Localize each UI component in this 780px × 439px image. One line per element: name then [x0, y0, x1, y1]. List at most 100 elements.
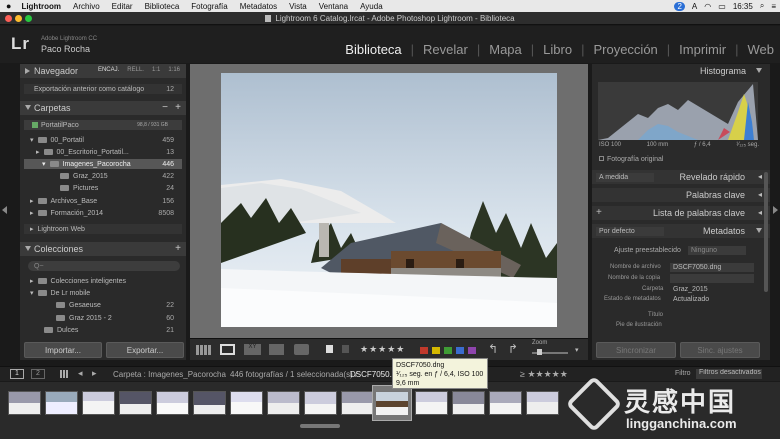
folder-item[interactable]: ▸ 00_Escritorio_Portatil... 13 — [36, 147, 182, 157]
histogram-header[interactable]: Histograma — [592, 64, 770, 78]
folders-header[interactable]: Carpetas − + — [20, 101, 186, 115]
collection-item[interactable]: Graz 2015 - 2 60 — [56, 313, 182, 323]
collection-item[interactable]: Gesaeuse 22 — [56, 300, 182, 310]
color-label-red[interactable] — [420, 347, 428, 354]
grid-icon[interactable] — [60, 370, 69, 378]
collections-header[interactable]: Colecciones + — [20, 242, 186, 256]
module-revelar[interactable]: Revelar — [423, 42, 468, 57]
export-catalog-row[interactable]: Exportación anterior como catálogo 12 — [24, 84, 182, 94]
menu-ventana[interactable]: Ventana — [319, 2, 348, 11]
zoom-fill[interactable]: RELL. — [127, 67, 144, 73]
original-photo-checkbox[interactable]: Fotografía original — [599, 156, 663, 163]
menu-vista[interactable]: Vista — [289, 2, 307, 11]
folder-item[interactable]: ▾ 00_Portatil 459 — [30, 135, 182, 145]
filmstrip-thumbnail[interactable] — [489, 391, 522, 415]
grid-view-icon[interactable] — [196, 345, 211, 355]
navigator-header[interactable]: Navegador ENCAJ. RELL. 1:1 1:16 — [20, 64, 186, 78]
collections-search-input[interactable]: Q~ — [28, 261, 180, 271]
filmstrip-thumbnail[interactable] — [267, 391, 300, 415]
module-biblioteca[interactable]: Biblioteca — [345, 42, 401, 57]
apple-icon[interactable]: ● — [6, 1, 11, 11]
copy-name-field[interactable] — [670, 274, 754, 283]
remove-folder-button[interactable]: − — [162, 102, 168, 113]
back-arrow-icon[interactable]: ◂ — [78, 368, 83, 379]
menu-fotografia[interactable]: Fotografía — [191, 2, 227, 11]
photo-preview[interactable] — [221, 73, 557, 327]
flag-reject-icon[interactable] — [342, 345, 349, 353]
search-icon[interactable]: ⌕ — [760, 1, 764, 11]
people-view-icon[interactable] — [294, 344, 309, 355]
folder-field[interactable]: Graz_2015 — [670, 285, 754, 294]
right-scrollbar[interactable] — [764, 172, 768, 292]
rotate-right-icon[interactable]: ↱ — [508, 342, 518, 356]
menu-list-icon[interactable]: ≡ — [771, 2, 776, 11]
filmstrip-thumbnail[interactable] — [156, 391, 189, 415]
import-button[interactable]: Importar... — [24, 342, 102, 358]
filmstrip-thumbnail[interactable] — [193, 391, 226, 415]
source-path[interactable]: Carpeta : Imagenes_Pacorocha — [113, 370, 226, 379]
sync-button[interactable]: Sincronizar — [596, 342, 676, 358]
metadata-header[interactable]: Por defecto Metadatos — [592, 224, 770, 238]
filmstrip-thumbnail[interactable] — [452, 391, 485, 415]
forward-arrow-icon[interactable]: ▸ — [92, 368, 97, 379]
module-proyeccion[interactable]: Proyección — [593, 42, 657, 57]
add-folder-button[interactable]: + — [175, 102, 181, 113]
left-panel-toggle-icon[interactable] — [2, 206, 7, 214]
zoom-slider-handle[interactable] — [537, 349, 542, 355]
preset-select[interactable]: Ninguno — [688, 246, 746, 255]
zoom-1-16[interactable]: 1:16 — [168, 67, 180, 73]
filmstrip-thumbnail[interactable] — [45, 391, 78, 415]
battery-icon[interactable]: ▭ — [718, 2, 726, 11]
module-imprimir[interactable]: Imprimir — [679, 42, 726, 57]
collection-set[interactable]: ▾ De Lr mobile — [30, 288, 182, 298]
keywords-header[interactable]: Palabras clave ◂ — [592, 188, 770, 202]
saved-preset-select[interactable]: A medida — [596, 173, 654, 182]
filter-select[interactable]: Filtros desactivados — [696, 369, 762, 379]
title-field[interactable] — [670, 311, 754, 320]
export-button[interactable]: Exportar... — [106, 342, 184, 358]
menu-metadatos[interactable]: Metadatos — [240, 2, 277, 11]
filmstrip-thumbnail[interactable] — [82, 391, 115, 415]
filmstrip-thumbnail-selected[interactable] — [372, 385, 412, 421]
toolbar-menu-icon[interactable]: ▾ — [575, 346, 579, 354]
color-label-yellow[interactable] — [432, 347, 440, 354]
clock[interactable]: 16:35 — [733, 2, 753, 11]
wifi-icon[interactable]: ◠ — [704, 2, 711, 11]
lightroom-web-row[interactable]: ▸ Lightroom Web — [24, 224, 182, 234]
compare-view-icon[interactable]: XY — [244, 344, 261, 355]
module-web[interactable]: Web — [748, 42, 775, 57]
folder-item[interactable]: Graz_2015 422 — [60, 171, 182, 181]
keyword-list-header[interactable]: + Lista de palabras clave ◂ — [592, 206, 770, 220]
collection-item[interactable]: Dulces 21 — [44, 325, 182, 335]
menu-ayuda[interactable]: Ayuda — [360, 2, 383, 11]
zoom-1-1[interactable]: 1:1 — [152, 67, 160, 73]
close-window-button[interactable] — [5, 15, 12, 22]
filmstrip-thumbnail[interactable] — [119, 391, 152, 415]
folder-item[interactable]: ▸ Formación_2014 8508 — [30, 208, 182, 218]
menu-archivo[interactable]: Archivo — [73, 2, 100, 11]
menu-biblioteca[interactable]: Biblioteca — [145, 2, 180, 11]
display-1-button[interactable]: 1 — [10, 369, 24, 379]
color-label-purple[interactable] — [468, 347, 476, 354]
zoom-window-button[interactable] — [25, 15, 32, 22]
filter-rating-icon[interactable]: ≥ ★★★★★ — [520, 369, 568, 380]
zoom-fit[interactable]: ENCAJ. — [98, 67, 119, 73]
sync-settings-button[interactable]: Sinc. ajustes — [680, 342, 760, 358]
color-label-green[interactable] — [444, 347, 452, 354]
metadata-preset-select[interactable]: Por defecto — [596, 227, 664, 236]
add-keyword-button[interactable]: + — [596, 207, 602, 218]
module-mapa[interactable]: Mapa — [489, 42, 522, 57]
star-rating[interactable]: ★★★★★ — [360, 344, 405, 355]
color-label-blue[interactable] — [456, 347, 464, 354]
filmstrip-thumbnail[interactable] — [8, 391, 41, 415]
survey-view-icon[interactable] — [269, 344, 284, 355]
caption-field[interactable] — [670, 321, 754, 330]
folder-item[interactable]: Pictures 24 — [60, 183, 182, 193]
volume-row[interactable]: PortatilPaco 98,8 / 931 GB — [24, 120, 182, 130]
flag-icon[interactable]: A — [692, 2, 697, 11]
collection-set[interactable]: ▸ Colecciones inteligentes — [30, 276, 182, 286]
filmstrip-thumbnail[interactable] — [304, 391, 337, 415]
flag-pick-icon[interactable] — [326, 345, 333, 353]
filmstrip-thumbnail[interactable] — [230, 391, 263, 415]
notification-badge[interactable]: 2 — [674, 1, 685, 11]
